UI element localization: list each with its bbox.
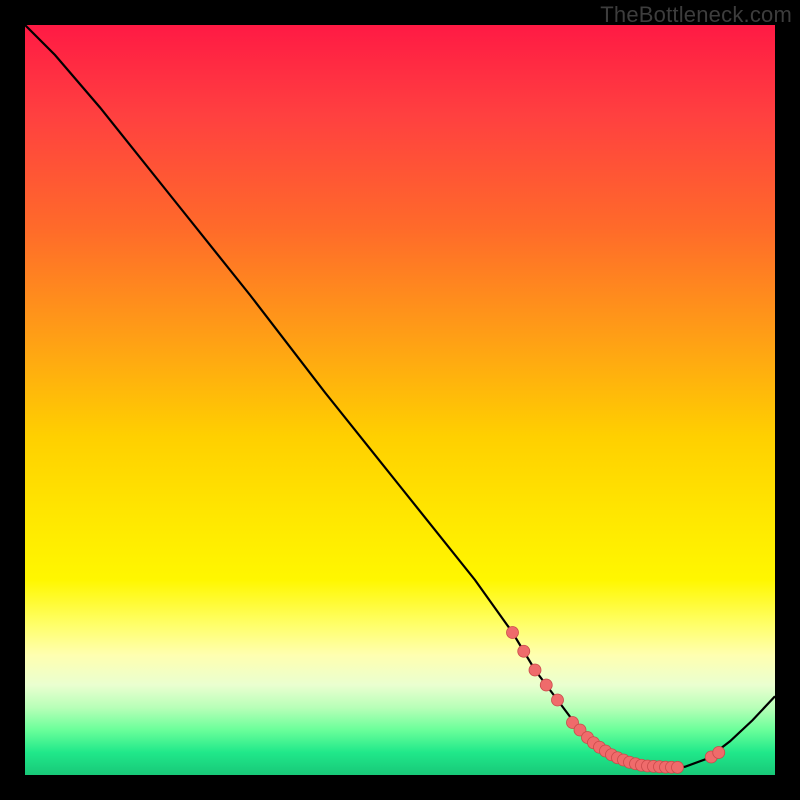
chart-plot-area <box>25 25 775 775</box>
bottleneck-curve <box>25 25 775 768</box>
scatter-dot <box>713 747 725 759</box>
chart-frame: TheBottleneck.com <box>0 0 800 800</box>
chart-svg <box>25 25 775 775</box>
scatter-dot <box>672 761 684 773</box>
scatter-dot <box>540 679 552 691</box>
scatter-dot <box>518 645 530 657</box>
dot-cluster <box>507 627 725 774</box>
watermark-text: TheBottleneck.com <box>600 2 792 28</box>
scatter-dot <box>529 664 541 676</box>
scatter-dot <box>552 694 564 706</box>
scatter-dot <box>507 627 519 639</box>
